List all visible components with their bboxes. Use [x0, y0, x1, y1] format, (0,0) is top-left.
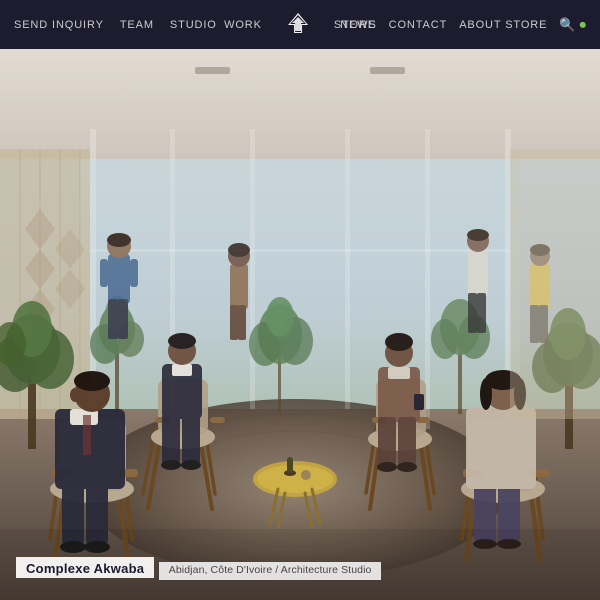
caption-title: Complexe Akwaba — [16, 557, 154, 578]
hero-scene — [0, 49, 600, 600]
nav-left: SEND INQUIRY TEAM STUDIO — [14, 19, 217, 31]
nav-studio[interactable]: STUDIO — [170, 19, 217, 31]
nav-send-inquiry[interactable]: SEND INQUIRY — [14, 19, 104, 31]
caption-subtitle: Abidjan, Côte D'Ivoire / Architecture St… — [159, 562, 382, 580]
power-icon[interactable]: ⏺ — [580, 17, 587, 33]
hero-background — [0, 49, 600, 600]
nav-icons: 🔍 ⏺ — [559, 17, 586, 33]
search-icon[interactable]: 🔍 — [559, 17, 575, 33]
nav-contact[interactable]: CONTACT — [389, 19, 448, 31]
nav-right: NEWS CONTACT ABOUT STORE 🔍 ⏺ — [340, 17, 586, 33]
hero-section: Complexe Akwaba Abidjan, Côte D'Ivoire /… — [0, 49, 600, 600]
logo[interactable] — [280, 11, 316, 39]
nav-team[interactable]: TEAM — [120, 19, 154, 31]
person-standing-far-right — [467, 229, 489, 333]
nav-store[interactable]: STORE — [334, 19, 376, 31]
navbar: SEND INQUIRY TEAM STUDIO WORK STORE NEWS… — [0, 0, 600, 49]
nav-center: WORK STORE — [224, 11, 376, 39]
nav-about-store[interactable]: ABOUT STORE — [459, 19, 547, 31]
nav-work[interactable]: WORK — [224, 19, 262, 31]
hero-caption: Complexe Akwaba Abidjan, Côte D'Ivoire /… — [16, 557, 381, 580]
